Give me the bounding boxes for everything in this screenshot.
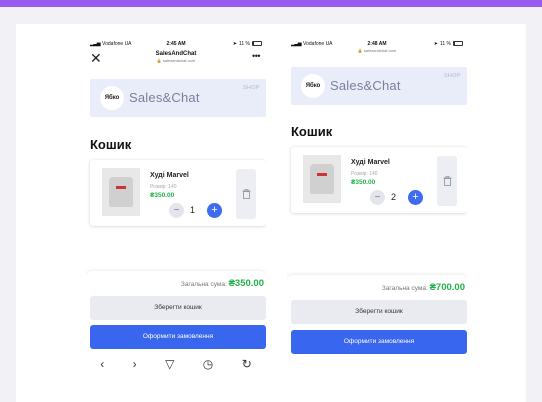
signal-icon: ▂▃▅ [90,40,101,47]
battery-icon [252,41,262,46]
close-icon[interactable]: ✕ [90,51,102,65]
status-time: 2:48 AM [367,40,387,47]
remove-item-button[interactable] [437,156,457,206]
total-sum: Загальна сума: ₴350.00 [180,278,264,289]
cart-heading: Кошик [90,137,132,152]
increase-quantity-button[interactable]: + [408,190,423,205]
webview-titlebar: ✕ SalesAndChat 🔒 salesandchat.com ••• [86,48,266,70]
reload-icon[interactable]: ↻ [242,357,252,371]
cart-item: Худі Marvel Розмір: 140 ₴350.00 − 2 + [291,147,467,213]
cart-item: Худі Marvel Розмір: 140 ₴350.00 − 1 + [90,160,266,226]
status-bar: ▂▃▅ Vodafone UA 2:45 AM ➤ 11 % [86,39,266,48]
cart-heading: Кошик [291,124,333,139]
trash-icon [242,189,250,199]
page-url: 🔒 salesandchat.com [156,58,196,63]
trash-icon [443,176,451,186]
shop-logo: Ябко [301,74,325,98]
shop-banner: Ябко Sales&Chat SHOP [90,79,266,117]
checkout-panel: Загальна сума: ₴350.00 Зберегти кошик Оф… [86,271,266,353]
shop-tag: SHOP [242,85,260,91]
more-icon[interactable]: ••• [252,51,260,61]
battery-percent: 11 % [439,40,451,47]
carrier-label: Vodafone UA [102,40,132,47]
product-image [102,168,140,216]
status-bar: ▂▃▅ Vodafone UA 2:48 AM ➤ 11 % [287,39,467,48]
place-order-button[interactable]: Оформити замовлення [291,330,467,354]
phone-screen-before: ▂▃▅ Vodafone UA 2:45 AM ➤ 11 % ✕ SalesAn… [86,39,266,374]
battery-indicator: ➤ 11 % [233,41,262,47]
decrease-quantity-button[interactable]: − [169,203,184,218]
product-price: ₴350.00 [351,179,376,186]
battery-icon [453,41,463,46]
shop-logo: Ябко [100,86,124,110]
location-icon: ➤ [433,40,438,47]
battery-indicator: ➤ 11 % [434,41,463,47]
brand-name: Sales&Chat [330,78,401,93]
location-icon: ➤ [232,40,237,47]
remove-item-button[interactable] [236,169,256,219]
phone-screen-after: ▂▃▅ Vodafone UA 2:48 AM ➤ 11 % 🔒 salesan… [287,39,467,374]
product-image [303,155,341,203]
signal-icon: ▂▃▅ [291,40,302,47]
browser-toolbar: ‹ › ▽ ◷ ↻ [86,353,266,374]
quantity-value: 2 [391,192,397,202]
back-icon[interactable]: ‹ [100,357,104,371]
increase-quantity-button[interactable]: + [207,203,222,218]
total-sum: Загальна сума: ₴700.00 [381,282,465,293]
shop-banner: Ябко Sales&Chat SHOP [291,67,467,105]
checkout-panel: Загальна сума: ₴700.00 Зберегти кошик Оф… [287,275,467,374]
battery-percent: 11 % [238,40,250,47]
product-size: Розмір: 140 [351,171,378,177]
brand-name: Sales&Chat [129,90,200,105]
product-name: Худі Marvel [150,172,189,179]
forward-icon[interactable]: › [133,357,137,371]
status-time: 2:45 AM [166,40,186,47]
send-icon[interactable]: ▽ [165,357,174,371]
place-order-button[interactable]: Оформити замовлення [90,325,266,349]
history-icon[interactable]: ◷ [203,357,213,371]
save-cart-button[interactable]: Зберегти кошик [291,300,467,324]
page-title: SalesAndChat [155,51,197,57]
page-url: 🔒 salesandchat.com [357,48,397,53]
product-name: Худі Marvel [351,159,390,166]
product-size: Розмір: 140 [150,184,177,190]
shop-tag: SHOP [443,73,461,79]
save-cart-button[interactable]: Зберегти кошик [90,296,266,320]
quantity-value: 1 [190,205,196,215]
carrier-label: Vodafone UA [303,40,333,47]
product-price: ₴350.00 [150,192,175,199]
decrease-quantity-button[interactable]: − [370,190,385,205]
